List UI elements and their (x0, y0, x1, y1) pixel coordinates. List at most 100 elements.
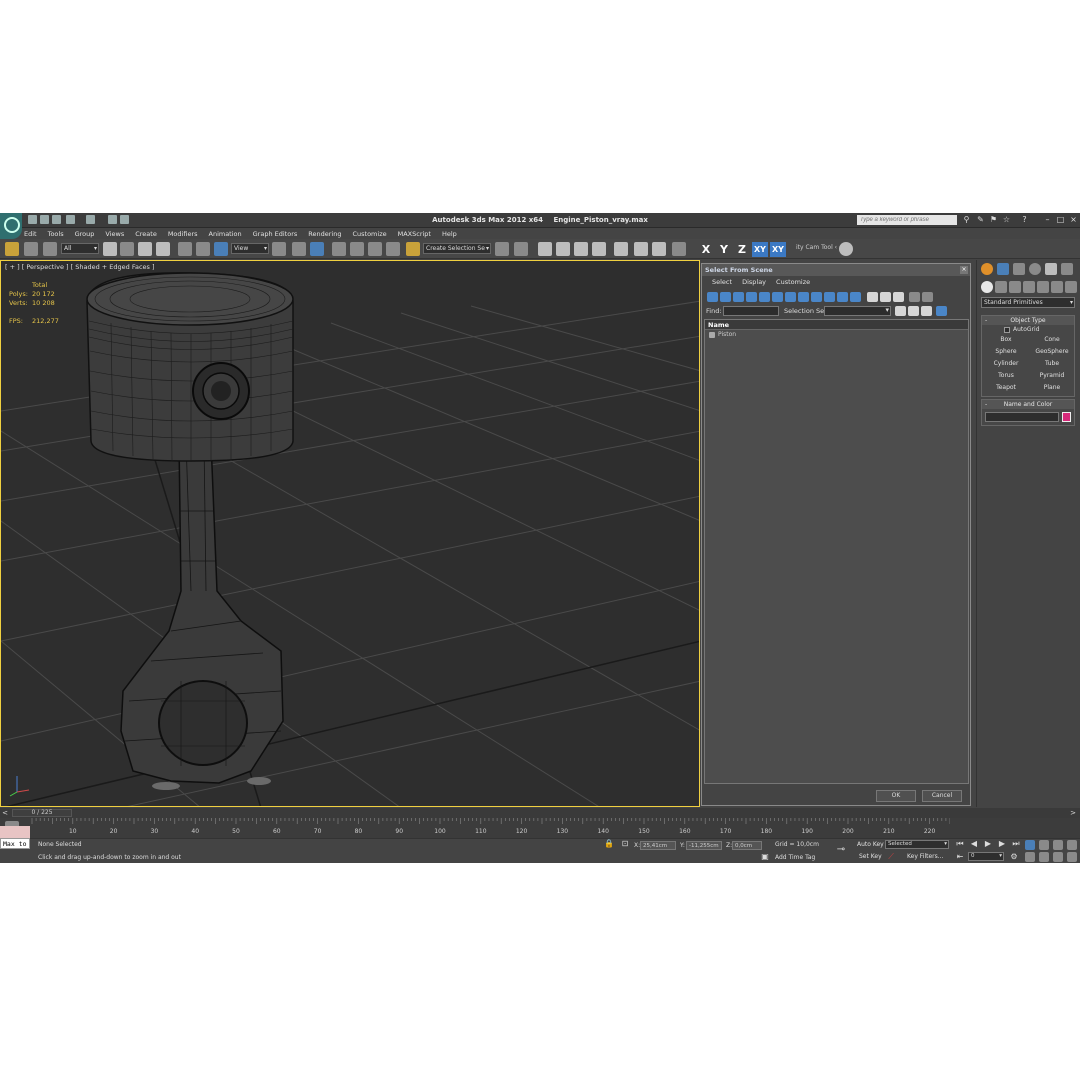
autogrid-checkbox[interactable]: AutoGrid (982, 325, 1074, 334)
select-and-link-icon[interactable] (5, 242, 19, 256)
display-geometry-icon[interactable] (707, 292, 718, 302)
track-bar-ruler[interactable]: 10 20 30 40 50 60 70 80 90 100 110 120 130 140 150 160 1… (30, 818, 950, 838)
display-cameras-icon[interactable] (746, 292, 757, 302)
named-selection-dropdown[interactable]: Create Selection Se (423, 243, 491, 254)
track-bar[interactable]: 10 20 30 40 50 60 70 80 90 100 110 120 130 140 150 160 1… (0, 818, 1080, 838)
motion-tab-icon[interactable] (1029, 263, 1041, 275)
communication-icon[interactable]: ⚑ (989, 215, 998, 224)
display-all-icon[interactable] (867, 292, 878, 302)
select-and-manipulate-icon[interactable] (292, 242, 306, 256)
unlink-selection-icon[interactable] (24, 242, 38, 256)
mirror-icon[interactable] (495, 242, 509, 256)
select-object-icon[interactable] (103, 242, 117, 256)
camera-tool-label[interactable]: ity Cam Tool ‹ (796, 244, 837, 251)
hierarchy-tab-icon[interactable] (1013, 263, 1025, 275)
axis-z-button[interactable]: Z (734, 242, 750, 257)
selection-filter-dropdown[interactable]: All (61, 243, 99, 254)
menu-animation[interactable]: Animation (209, 229, 242, 239)
reference-coordinate-dropdown[interactable]: View (231, 243, 269, 254)
menu-maxscript[interactable]: MAXScript (398, 229, 431, 239)
camera-tool-icon[interactable] (839, 242, 853, 256)
percent-snap-icon[interactable] (368, 242, 382, 256)
ok-button[interactable]: OK (876, 790, 916, 802)
display-helpers-icon[interactable] (759, 292, 770, 302)
pan-view-icon[interactable] (1039, 852, 1049, 862)
select-all-icon[interactable] (895, 306, 906, 316)
object-name-input[interactable] (985, 412, 1059, 422)
filter-options-icon[interactable] (922, 292, 933, 302)
shapes-icon[interactable] (995, 281, 1007, 293)
go-to-start-icon[interactable]: ⏮ (955, 839, 965, 849)
x-coordinate-field[interactable]: 25,41cm (640, 841, 676, 850)
angle-snap-icon[interactable] (350, 242, 364, 256)
schematic-view-icon[interactable] (592, 242, 606, 256)
display-hidden-icon[interactable] (850, 292, 861, 302)
dialog-menu-customize[interactable]: Customize (776, 278, 810, 286)
find-input[interactable] (723, 306, 779, 316)
absolute-mode-icon[interactable]: ⊡ (620, 839, 630, 849)
menu-modifiers[interactable]: Modifiers (168, 229, 198, 239)
display-bones-icon[interactable] (811, 292, 822, 302)
render-production-icon[interactable] (672, 242, 686, 256)
time-configuration-icon[interactable]: ⚙ (1009, 852, 1019, 862)
create-tab-icon[interactable] (981, 263, 993, 275)
time-slider[interactable]: < 0 / 225 > (0, 808, 1080, 818)
dialog-title[interactable]: Select From Scene (702, 264, 970, 276)
name-and-color-header[interactable]: Name and Color (982, 400, 1074, 409)
display-frozen-icon[interactable] (837, 292, 848, 302)
menu-edit[interactable]: Edit (24, 229, 37, 239)
display-none-icon[interactable] (880, 292, 891, 302)
snaps-toggle-icon[interactable] (332, 242, 346, 256)
close-icon[interactable]: × (1069, 215, 1078, 224)
teapot-button[interactable]: Teapot (985, 383, 1027, 393)
lock-selection-icon[interactable]: 🔒 (604, 839, 614, 849)
select-dependents-icon[interactable] (936, 306, 947, 316)
list-item[interactable]: Piston (705, 330, 968, 340)
dialog-menu-display[interactable]: Display (742, 278, 766, 286)
cone-button[interactable]: Cone (1031, 335, 1073, 345)
cameras-icon[interactable] (1023, 281, 1035, 293)
time-tag-icon[interactable]: ▣ (760, 852, 770, 862)
tools-icon[interactable]: ✎ (976, 215, 985, 224)
rectangular-selection-icon[interactable] (138, 242, 152, 256)
display-lights-icon[interactable] (733, 292, 744, 302)
geosphere-button[interactable]: GeoSphere (1031, 347, 1073, 357)
search-input[interactable] (857, 215, 957, 225)
minimize-icon[interactable]: – (1043, 215, 1052, 224)
utilities-tab-icon[interactable] (1061, 263, 1073, 275)
menu-rendering[interactable]: Rendering (308, 229, 341, 239)
menu-tools[interactable]: Tools (48, 229, 64, 239)
zoom-extents-icon[interactable] (1053, 840, 1063, 850)
zoom-all-icon[interactable] (1039, 840, 1049, 850)
display-groups-icon[interactable] (785, 292, 796, 302)
select-invert-icon[interactable] (921, 306, 932, 316)
tube-button[interactable]: Tube (1031, 359, 1073, 369)
previous-frame-icon[interactable]: ◀ (969, 839, 979, 849)
cylinder-button[interactable]: Cylinder (985, 359, 1027, 369)
perspective-viewport[interactable]: [ + ] [ Perspective ] [ Shaded + Edged F… (0, 260, 700, 807)
menu-graph-editors[interactable]: Graph Editors (253, 229, 298, 239)
z-coordinate-field[interactable]: 0,0cm (732, 841, 762, 850)
menu-group[interactable]: Group (75, 229, 95, 239)
field-of-view-icon[interactable] (1025, 852, 1035, 862)
help-icon[interactable]: ? (1020, 215, 1029, 224)
invert-display-icon[interactable] (893, 292, 904, 302)
piston-mesh[interactable] (86, 272, 294, 462)
render-setup-icon[interactable] (634, 242, 648, 256)
axis-xy-button[interactable]: XY (752, 242, 768, 257)
favorites-star-icon[interactable]: ☆ (1002, 215, 1011, 224)
bind-to-space-warp-icon[interactable] (43, 242, 57, 256)
helpers-icon[interactable] (1037, 281, 1049, 293)
current-frame-field[interactable]: 0 (968, 852, 1004, 861)
sphere-button[interactable]: Sphere (985, 347, 1027, 357)
layer-manager-icon[interactable] (538, 242, 552, 256)
cancel-button[interactable]: Cancel (922, 790, 962, 802)
dialog-menu-select[interactable]: Select (712, 278, 732, 286)
auto-key-button[interactable]: Auto Key (857, 840, 884, 850)
axis-x-button[interactable]: X (698, 242, 714, 257)
y-coordinate-field[interactable]: -11,255cm (686, 841, 722, 850)
zoom-icon[interactable] (1025, 840, 1035, 850)
next-frame-icon[interactable]: ▶ (997, 839, 1007, 849)
pyramid-button[interactable]: Pyramid (1031, 371, 1073, 381)
select-by-name-icon[interactable] (120, 242, 134, 256)
